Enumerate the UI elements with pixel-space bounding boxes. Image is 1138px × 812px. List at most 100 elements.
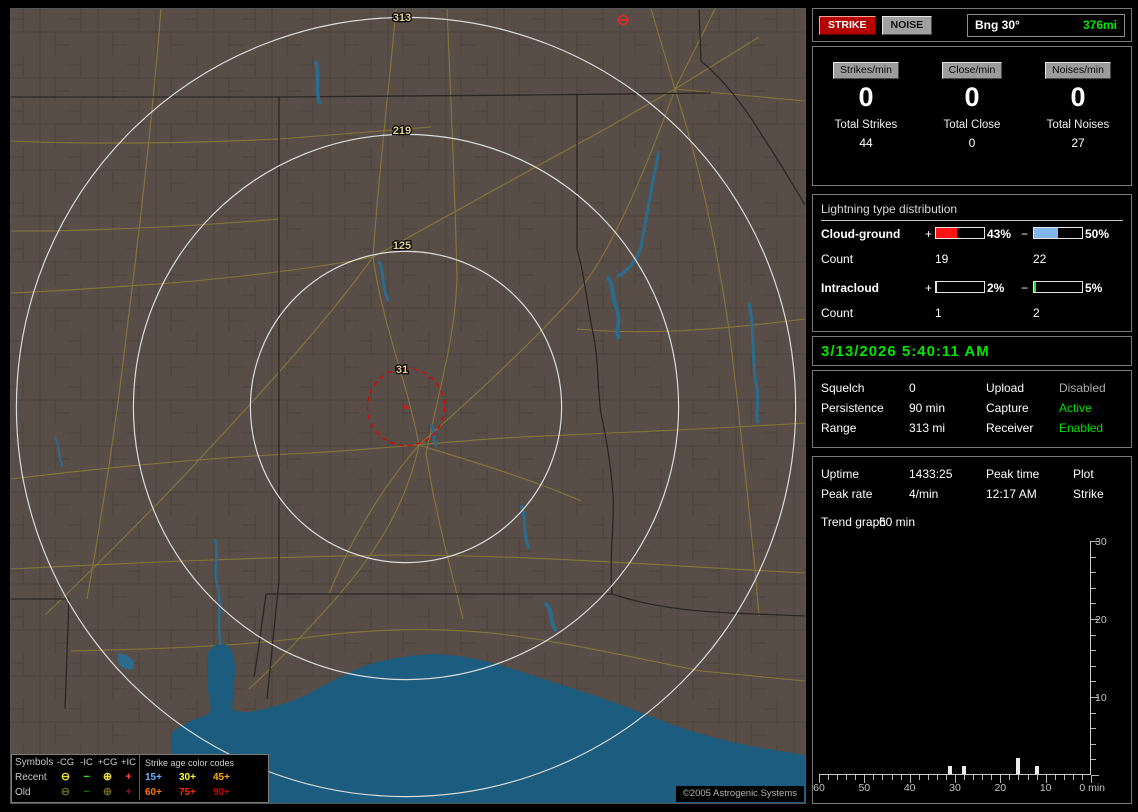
settings-row: Range 313 mi Receiver Enabled — [813, 419, 1131, 439]
persistence-value: 90 min — [909, 401, 946, 415]
y-tick-30: 30 — [1095, 536, 1107, 548]
copyright-label: ©2005 Astrogenic Systems — [675, 786, 804, 802]
age-30: 30+ — [179, 772, 196, 783]
age-codes-row-2: 60+ 75+ 90+ — [139, 785, 268, 800]
y-major-ticks — [1091, 541, 1099, 776]
peak-time-label: Peak time — [986, 467, 1040, 481]
legend-recent-label: Recent — [15, 772, 47, 783]
age-45: 45+ — [213, 772, 230, 783]
legend-col-pos-cg: +CG — [97, 757, 118, 768]
total-strikes-label: Total Strikes — [834, 119, 898, 131]
receiver-status: Enabled — [1059, 421, 1104, 435]
datetime-value: 3/13/2026 5:40:11 AM — [821, 342, 990, 360]
bearing-range-value: 376mi — [1082, 18, 1117, 32]
capture-label: Capture — [986, 401, 1029, 415]
plot-mode-value: Strike — [1073, 487, 1104, 501]
uptime-value: 1433:25 — [909, 467, 953, 481]
strike-toggle-button[interactable]: STRIKE — [819, 15, 876, 35]
range-label-125: 125 — [393, 240, 411, 252]
trend-graph-window: 60 min — [879, 515, 916, 529]
close-per-min-label: Close/min — [941, 62, 1003, 79]
minus-sign: − — [1021, 227, 1029, 241]
peak-time-value: 12:17 AM — [986, 487, 1037, 501]
upload-status: Disabled — [1059, 381, 1106, 395]
status-row: Peak rate 4/min 12:17 AM Strike — [813, 485, 1131, 505]
bearing-label: Bng 30° — [975, 18, 1020, 32]
intracloud-count-row: Count 1 2 — [813, 306, 1131, 322]
x-tick-10: 10 — [1039, 782, 1052, 794]
close-per-min-value: 0 — [964, 82, 980, 112]
plus-sign: + — [925, 227, 933, 241]
ic-negative-pct: 5% — [1085, 281, 1103, 295]
status-panel: Uptime 1433:25 Peak time Plot Peak rate … — [812, 456, 1132, 804]
pos-cg-recent-icon: ⊕ — [102, 771, 113, 783]
cloud-ground-row: Cloud-ground + 43% − 50% — [813, 227, 1131, 243]
status-row: Uptime 1433:25 Peak time Plot — [813, 465, 1131, 485]
age-75: 75+ — [179, 787, 196, 798]
neg-ic-old-icon: − — [83, 786, 90, 798]
map-canvas[interactable]: 313 219 125 31 — [11, 9, 805, 803]
peak-rate-label: Peak rate — [821, 487, 873, 501]
squelch-value: 0 — [909, 381, 916, 395]
legend-old-label: Old — [15, 787, 31, 798]
noises-per-min-label: Noises/min — [1045, 62, 1111, 79]
rates-panel: Strikes/min 0 Close/min 0 Noises/min 0 T… — [812, 46, 1132, 186]
trend-graph-label: Trend graph — [821, 515, 886, 529]
capture-status: Active — [1059, 401, 1092, 415]
count-label: Count — [821, 252, 854, 266]
total-noises-value: 27 — [1071, 136, 1085, 150]
noise-toggle-button[interactable]: NOISE — [881, 15, 933, 35]
x-tick-30: 30 — [949, 782, 961, 794]
minus-sign: − — [1021, 281, 1029, 295]
x-tick-20: 20 — [994, 782, 1007, 794]
uptime-label: Uptime — [821, 467, 860, 481]
range-value: 313 mi — [909, 421, 946, 435]
neg-cg-recent-icon: ⊖ — [60, 771, 71, 783]
trend-bars — [819, 541, 1091, 775]
intracloud-row: Intracloud + 2% − 5% — [813, 281, 1131, 297]
bearing-display: Bng 30° 376mi — [967, 13, 1125, 37]
pos-ic-old-icon: + — [125, 786, 132, 798]
receiver-location-marker — [404, 405, 408, 409]
legend-col-neg-cg: -CG — [56, 757, 75, 768]
range-label: Range — [821, 421, 857, 435]
legend-header-row: Symbols -CG -IC +CG +IC Strike age color… — [12, 755, 268, 770]
x-tick-50: 50 — [858, 782, 871, 794]
cg-negative-count: 22 — [1033, 252, 1047, 266]
total-strikes-value: 44 — [859, 136, 873, 150]
range-label-219: 219 — [393, 125, 411, 137]
strikes-per-min-label: Strikes/min — [833, 62, 899, 79]
strikes-per-min-value: 0 — [858, 82, 874, 112]
range-label-313: 313 — [393, 12, 411, 24]
map-panel[interactable]: 313 219 125 31 Symbols -CG -IC +CG +IC S… — [10, 8, 806, 804]
intracloud-label: Intracloud — [821, 281, 880, 295]
datetime-panel: 3/13/2026 5:40:11 AM — [812, 336, 1132, 366]
x-tick-60: 60 — [813, 782, 825, 794]
age-codes-row-1: 15+ 30+ 45+ — [139, 770, 268, 785]
ic-positive-bar — [935, 281, 985, 293]
ic-negative-bar — [1033, 281, 1083, 293]
y-tick-10: 10 — [1095, 692, 1107, 704]
neg-cg-old-icon: ⊖ — [60, 786, 71, 798]
range-label-31: 31 — [396, 364, 408, 376]
cg-positive-bar — [935, 227, 985, 239]
cg-positive-pct: 43% — [987, 227, 1012, 241]
legend-recent-row: Recent ⊖ − ⊕ + 15+ 30+ 45+ — [12, 770, 268, 785]
trend-graph-row: Trend graph 60 min — [813, 513, 1131, 533]
legend-col-neg-ic: -IC — [80, 757, 93, 768]
pos-ic-recent-icon: + — [125, 771, 132, 783]
settings-panel: Squelch 0 Upload Disabled Persistence 90… — [812, 370, 1132, 448]
noises-per-min-value: 0 — [1070, 82, 1086, 112]
age-60: 60+ — [145, 787, 162, 798]
cloud-ground-count-row: Count 19 22 — [813, 252, 1131, 268]
age-15: 15+ — [145, 772, 162, 783]
map-legend: Symbols -CG -IC +CG +IC Strike age color… — [11, 754, 269, 803]
legend-age-header: Strike age color codes — [139, 755, 268, 770]
mode-toolbar: STRIKE NOISE Bng 30° 376mi — [812, 8, 1132, 42]
ic-negative-count: 2 — [1033, 306, 1040, 320]
distribution-title: Lightning type distribution — [821, 202, 1123, 221]
ic-positive-pct: 2% — [987, 281, 1005, 295]
plus-sign: + — [925, 281, 933, 295]
settings-row: Persistence 90 min Capture Active — [813, 399, 1131, 419]
count-label: Count — [821, 306, 854, 320]
